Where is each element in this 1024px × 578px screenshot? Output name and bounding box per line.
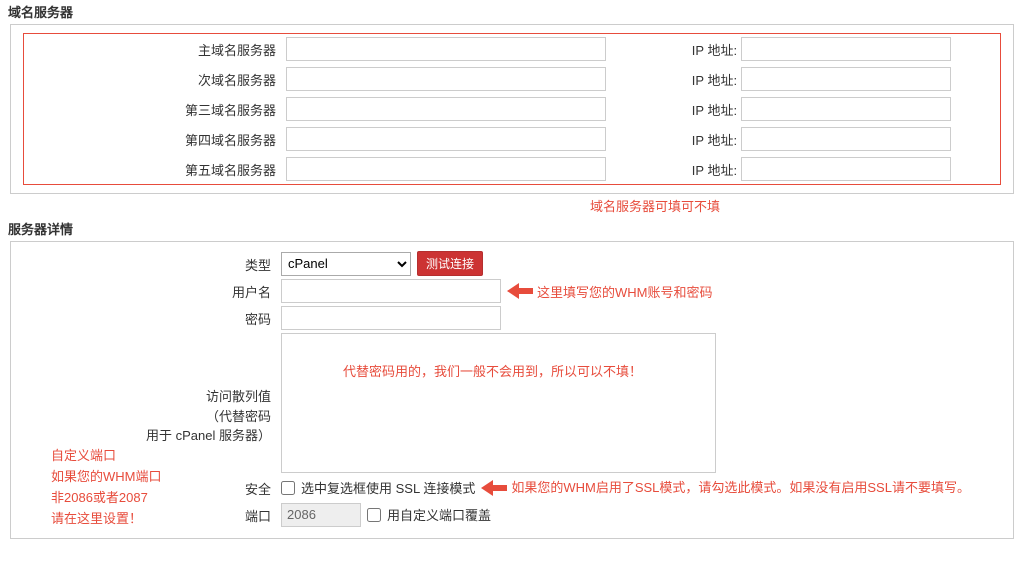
username-input[interactable] (281, 279, 501, 303)
fifth-ns-ip-input[interactable] (741, 157, 951, 181)
username-annotation: 这里填写您的WHM账号和密码 (507, 282, 713, 301)
password-label: 密码 (23, 306, 281, 330)
fourth-ns-input[interactable] (286, 127, 606, 151)
third-ns-ip-label: IP 地址: (679, 94, 739, 124)
primary-ns-input[interactable] (286, 37, 606, 61)
access-hash-label: 访问散列值 （代替密码 用于 cPanel 服务器） (23, 333, 281, 446)
fourth-ns-ip-input[interactable] (741, 127, 951, 151)
primary-ns-ip-label: IP 地址: (679, 34, 739, 64)
custom-port-text: 用自定义端口覆盖 (387, 505, 491, 524)
fifth-ns-ip-label: IP 地址: (679, 154, 739, 184)
test-connection-button[interactable]: 测试连接 (417, 251, 483, 276)
primary-ns-label: 主域名服务器 (24, 34, 284, 64)
ssl-annotation: 如果您的WHM启用了SSL模式，请勾选此模式。如果没有启用SSL请不要填写。 (481, 478, 970, 498)
table-row: 第三域名服务器 IP 地址: (24, 94, 1000, 124)
primary-ns-ip-input[interactable] (741, 37, 951, 61)
third-ns-ip-input[interactable] (741, 97, 951, 121)
fourth-ns-ip-label: IP 地址: (679, 124, 739, 154)
fourth-ns-label: 第四域名服务器 (24, 124, 284, 154)
table-row: 主域名服务器 IP 地址: (24, 34, 1000, 64)
secondary-ns-ip-input[interactable] (741, 67, 951, 91)
nameserver-optional-note: 域名服务器可填可不填 (0, 196, 1024, 215)
port-annotation: 自定义端口 如果您的WHM端口 非2086或者2087 请在这里设置！ (51, 446, 231, 529)
ssl-checkbox-text: 选中复选框使用 SSL 连接模式 (301, 478, 475, 497)
secondary-ns-label: 次域名服务器 (24, 64, 284, 94)
type-label: 类型 (23, 252, 281, 276)
secondary-ns-ip-label: IP 地址: (679, 64, 739, 94)
server-details-heading: 服务器详情 (0, 217, 1024, 241)
table-row: 第五域名服务器 IP 地址: (24, 154, 1000, 184)
table-row: 第四域名服务器 IP 地址: (24, 124, 1000, 154)
third-ns-input[interactable] (286, 97, 606, 121)
fifth-ns-label: 第五域名服务器 (24, 154, 284, 184)
fifth-ns-input[interactable] (286, 157, 606, 181)
third-ns-label: 第三域名服务器 (24, 94, 284, 124)
secondary-ns-input[interactable] (286, 67, 606, 91)
arrow-left-icon (481, 480, 507, 496)
custom-port-checkbox[interactable] (367, 508, 381, 522)
arrow-left-icon (507, 283, 533, 299)
server-details-section: 类型 cPanel 测试连接 用户名 这里填写您的WHM账号和密码 密码 访问散… (10, 241, 1014, 539)
port-input[interactable] (281, 503, 361, 527)
nameserver-table: 主域名服务器 IP 地址: 次域名服务器 IP 地址: 第三域名服务器 IP 地… (23, 33, 1001, 185)
ssl-checkbox[interactable] (281, 481, 295, 495)
nameserver-heading: 域名服务器 (0, 0, 1024, 24)
username-label: 用户名 (23, 279, 281, 303)
nameserver-section: 主域名服务器 IP 地址: 次域名服务器 IP 地址: 第三域名服务器 IP 地… (10, 24, 1014, 194)
access-hash-textarea[interactable] (281, 333, 716, 473)
table-row: 次域名服务器 IP 地址: (24, 64, 1000, 94)
password-input[interactable] (281, 306, 501, 330)
type-select[interactable]: cPanel (281, 252, 411, 276)
